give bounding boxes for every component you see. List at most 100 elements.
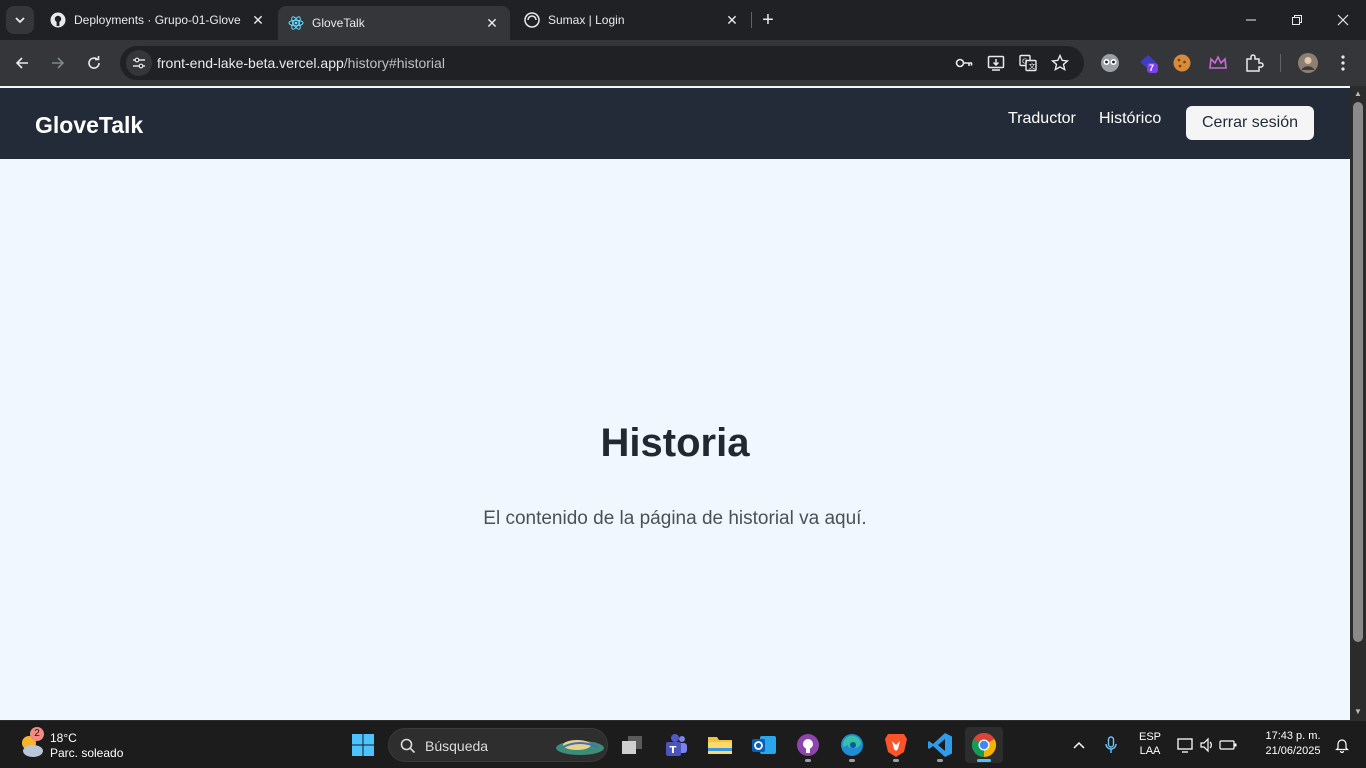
taskbar-app-teams[interactable]: T [657, 727, 695, 763]
extensions-puzzle-icon[interactable] [1243, 52, 1265, 74]
page-title: Historia [600, 421, 750, 465]
url-path: /history#historial [343, 55, 445, 71]
scrollbar[interactable]: ▲ ▼ [1350, 86, 1366, 720]
extension-badge: 7 [1149, 63, 1155, 73]
nav-link-traductor[interactable]: Traductor [1008, 110, 1076, 128]
restore-button[interactable] [1274, 0, 1320, 40]
svg-text:G: G [1022, 58, 1027, 66]
keyboard-layout: LAA [1139, 745, 1161, 757]
weather-desc: Parc. soleado [50, 746, 124, 760]
taskbar-app-brave[interactable] [877, 727, 915, 763]
extension-crown-icon[interactable] [1207, 52, 1229, 74]
close-icon[interactable]: ✕ [724, 12, 740, 28]
svg-text:T: T [670, 745, 677, 756]
new-tab-button[interactable]: + [758, 10, 778, 30]
github-desktop-icon [797, 734, 819, 756]
vscode-icon [928, 733, 952, 757]
task-view-button[interactable] [613, 727, 651, 763]
microphone-icon [1105, 736, 1117, 753]
app-navbar: GloveTalk Traductor Histórico Cerrar ses… [0, 88, 1350, 159]
scroll-down-icon[interactable]: ▼ [1350, 704, 1366, 718]
task-view-icon [622, 736, 642, 754]
react-icon [288, 15, 304, 31]
language-indicator[interactable]: ESP LAA [1132, 731, 1168, 757]
bell-icon [1335, 739, 1349, 753]
tab-glovetalk[interactable]: GloveTalk ✕ [278, 6, 510, 40]
tab-divider [751, 12, 752, 28]
clock-date: 21/06/2025 [1265, 745, 1321, 757]
microphone-button[interactable] [1096, 727, 1126, 763]
taskbar: 2 18°C Parc. soleado Búsqueda T ESP LAA … [0, 720, 1366, 768]
teams-icon: T [666, 734, 687, 756]
chevron-up-icon [1073, 741, 1085, 749]
globe-icon [524, 12, 540, 28]
scroll-up-icon[interactable]: ▲ [1350, 86, 1366, 100]
edge-icon [841, 734, 863, 756]
chrome-icon [971, 732, 997, 757]
running-indicator [805, 759, 811, 762]
tab-title: Sumax | Login [548, 13, 625, 27]
show-hidden-icons-button[interactable] [1062, 727, 1096, 763]
password-key-icon[interactable] [954, 53, 974, 73]
extension-owl-icon[interactable] [1099, 52, 1121, 74]
arrow-right-icon [52, 57, 65, 69]
close-icon[interactable]: ✕ [484, 15, 500, 31]
speaker-icon [1200, 737, 1212, 753]
language-code: ESP [1138, 731, 1161, 743]
clock[interactable]: 17:43 p. m. 21/06/2025 [1252, 730, 1334, 757]
tab-title: GloveTalk [312, 16, 365, 30]
running-indicator [893, 759, 899, 762]
taskbar-app-file-explorer[interactable] [701, 727, 739, 763]
close-icon[interactable]: ✕ [250, 12, 266, 28]
taskbar-app-github[interactable] [789, 727, 827, 763]
taskbar-app-chrome[interactable] [965, 727, 1003, 763]
bookmark-star-icon[interactable] [1050, 53, 1070, 73]
back-button[interactable] [8, 49, 36, 77]
battery-icon [1219, 740, 1237, 750]
url-text: front-end-lake-beta.vercel.app/history#h… [157, 55, 445, 71]
url-host: front-end-lake-beta.vercel.app [157, 55, 344, 71]
brand-logo[interactable]: GloveTalk [35, 112, 143, 139]
taskbar-app-outlook[interactable] [745, 727, 783, 763]
logout-button[interactable]: Cerrar sesión [1186, 106, 1314, 140]
avatar[interactable] [1297, 52, 1319, 74]
search-highlight-icon [556, 740, 604, 755]
weather-badge: 2 [30, 727, 44, 741]
page-viewport: GloveTalk Traductor Histórico Cerrar ses… [0, 86, 1366, 720]
arrow-left-icon [15, 57, 28, 69]
site-info-icon[interactable] [126, 50, 152, 76]
github-icon [50, 12, 66, 28]
translate-icon[interactable]: G文 [1018, 53, 1038, 73]
extension-purple-icon[interactable]: 7 [1137, 52, 1159, 74]
quick-settings-button[interactable] [1172, 727, 1242, 763]
weather-widget[interactable]: 2 18°C Parc. soleado [18, 727, 158, 761]
search-icon [400, 738, 416, 754]
brave-lion-icon [885, 734, 907, 757]
clock-time: 17:43 p. m. [1265, 730, 1321, 742]
network-icon [1177, 738, 1193, 753]
tab-deployments[interactable]: Deployments · Grupo-01-Glove ✕ [40, 4, 276, 36]
tab-sumax[interactable]: Sumax | Login ✕ [514, 4, 750, 36]
browser-menu-icon[interactable] [1332, 52, 1354, 74]
tab-search-button[interactable] [6, 6, 34, 34]
nav-link-historico[interactable]: Histórico [1099, 110, 1161, 128]
cookie-icon[interactable] [1171, 52, 1193, 74]
start-button[interactable] [344, 727, 382, 763]
scrollbar-thumb[interactable] [1353, 102, 1363, 642]
tab-title: Deployments · Grupo-01-Glove [74, 13, 241, 27]
reload-icon [88, 56, 100, 69]
minimize-button[interactable] [1228, 0, 1274, 40]
notifications-button[interactable] [1330, 727, 1354, 763]
restore-icon [1292, 15, 1302, 25]
reload-button[interactable] [80, 49, 108, 77]
close-window-button[interactable] [1320, 0, 1366, 40]
forward-button[interactable] [44, 49, 72, 77]
close-icon [1337, 14, 1349, 26]
taskbar-app-vscode[interactable] [921, 727, 959, 763]
install-app-icon[interactable] [986, 53, 1006, 73]
address-bar[interactable]: front-end-lake-beta.vercel.app/history#h… [120, 46, 1084, 80]
taskbar-app-edge[interactable] [833, 727, 871, 763]
folder-icon [708, 737, 732, 754]
running-indicator [937, 759, 943, 762]
taskbar-search[interactable]: Búsqueda [388, 728, 608, 762]
